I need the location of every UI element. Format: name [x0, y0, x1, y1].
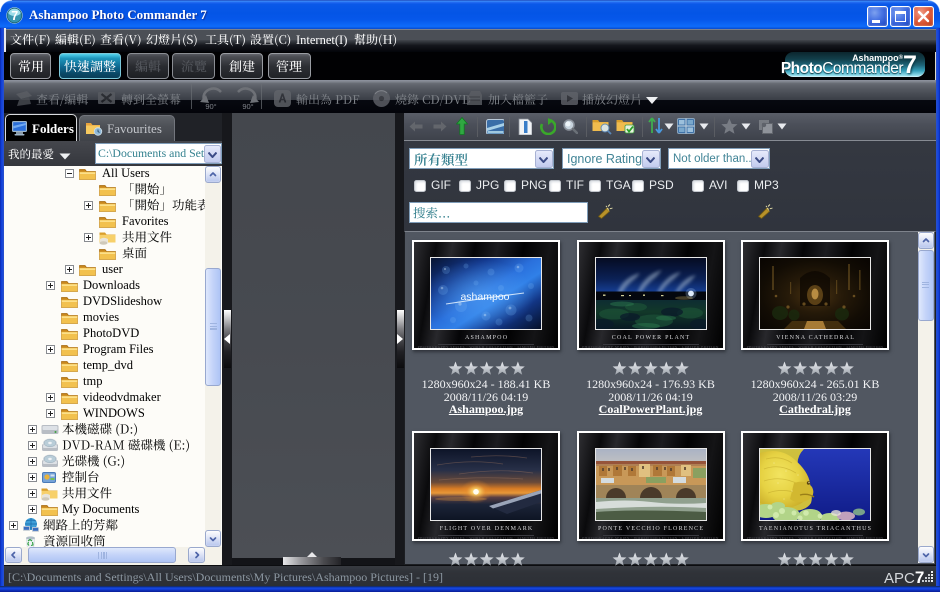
svg-text:7: 7 [11, 9, 18, 23]
svg-text:90°: 90° [242, 102, 253, 111]
svg-text:90°: 90° [205, 102, 216, 111]
svg-text:ashampoo: ashampoo [460, 291, 509, 303]
